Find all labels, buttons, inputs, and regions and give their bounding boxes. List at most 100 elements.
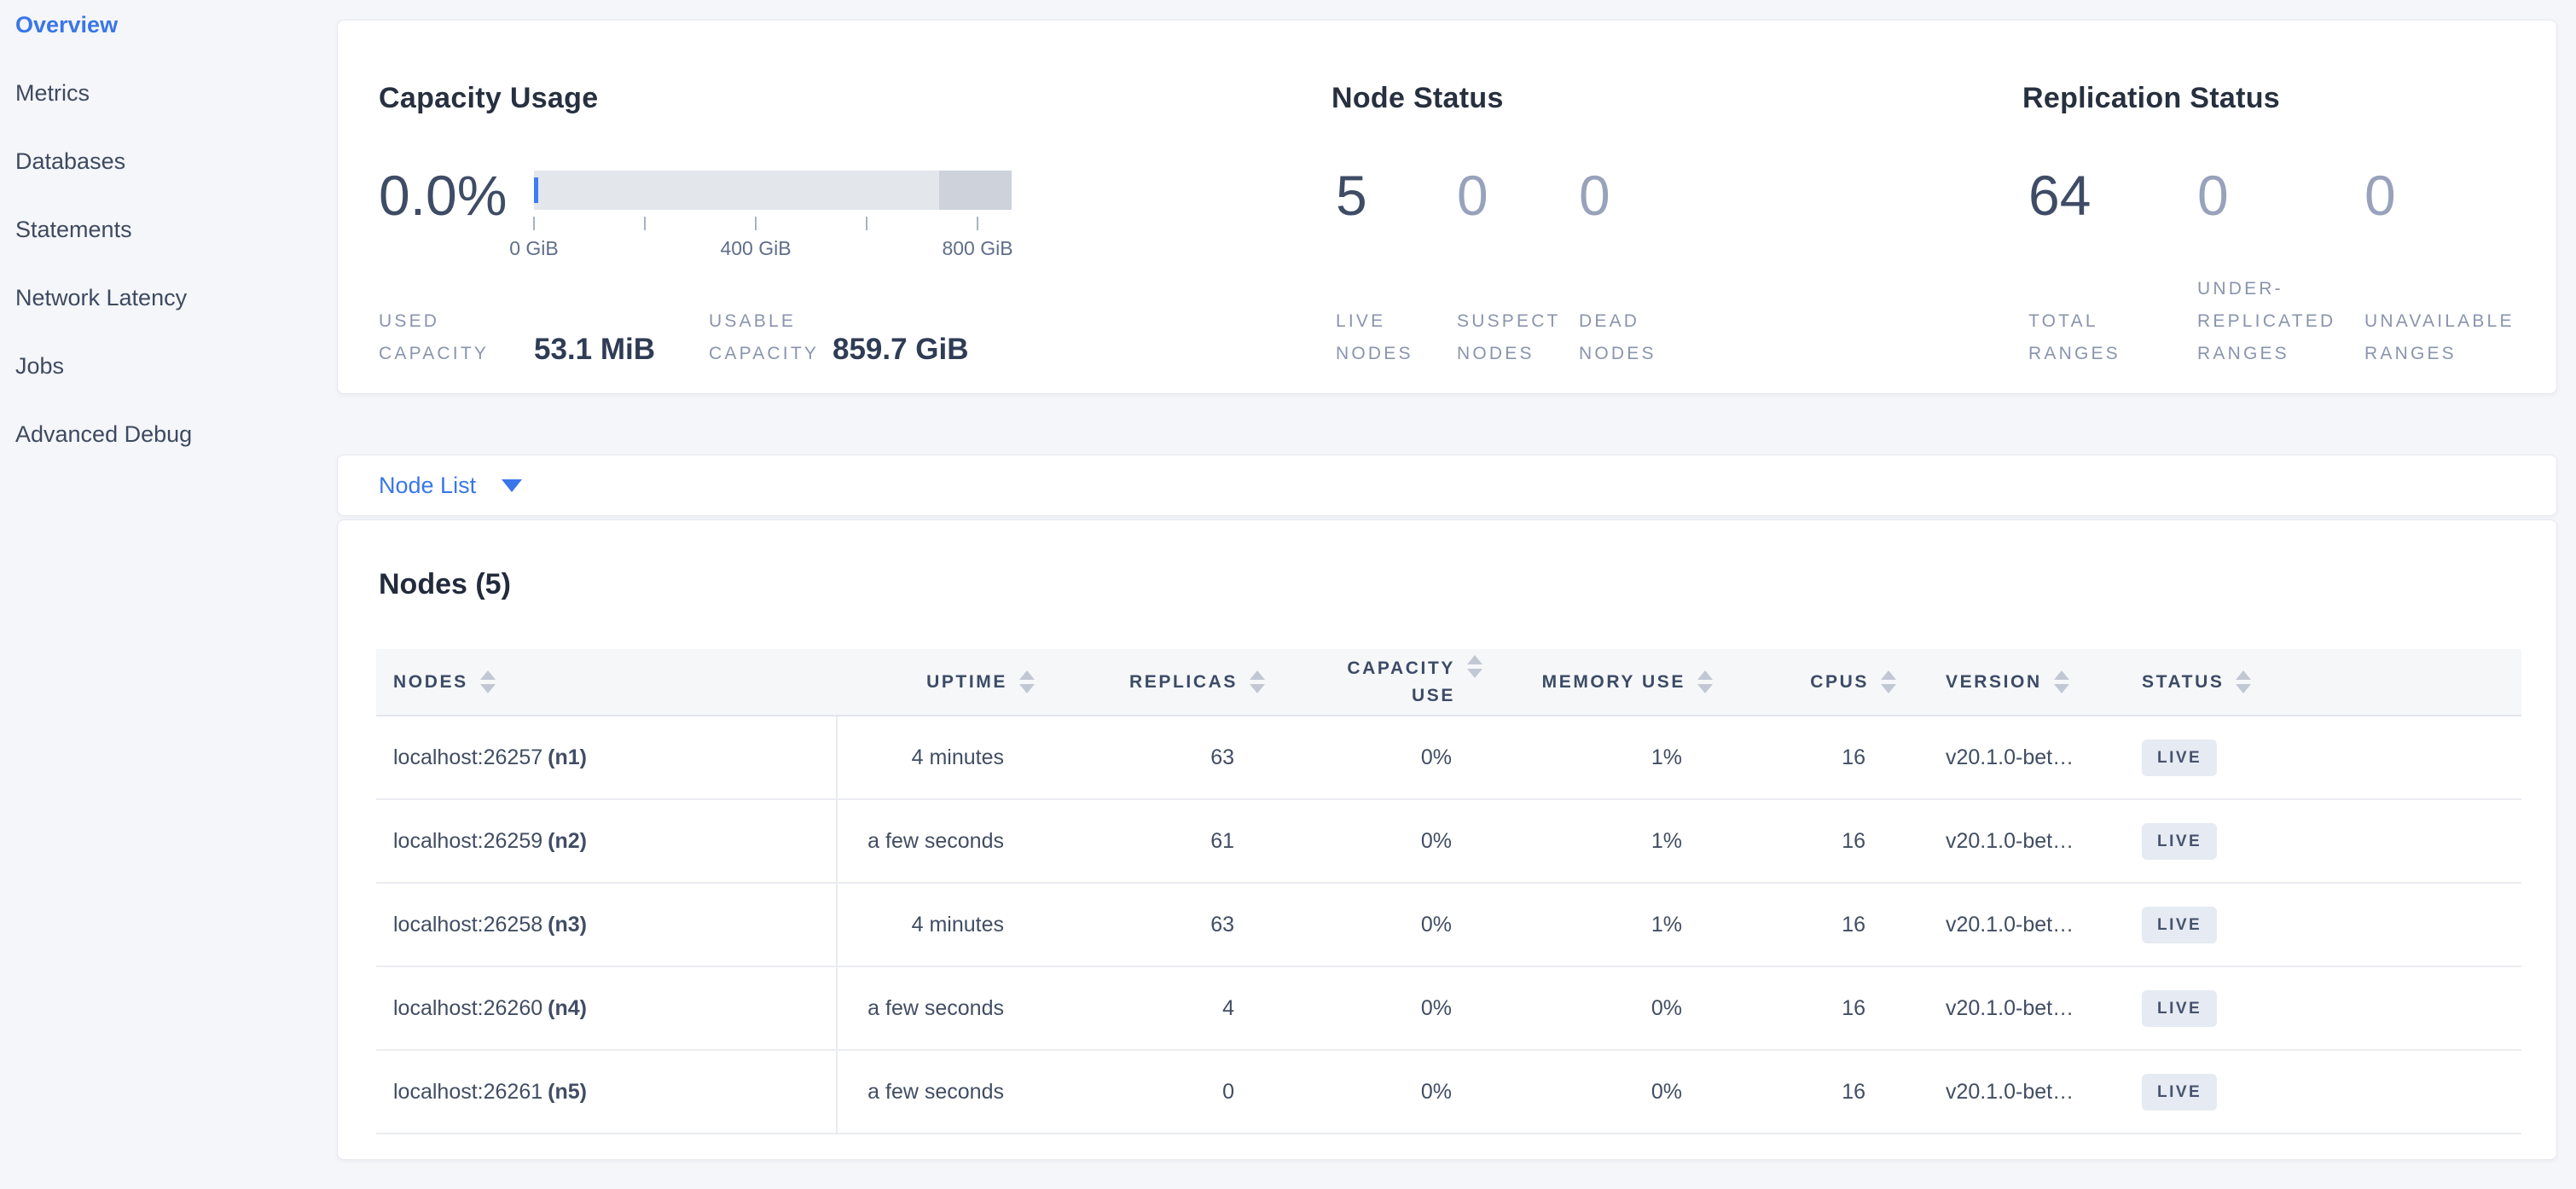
- capacity-bar-used-segment: [534, 177, 538, 203]
- replication-status-title: Replication Status: [2022, 82, 2280, 115]
- column-label: UPTIME: [926, 672, 1007, 693]
- sort-icon: [2054, 670, 2069, 693]
- table-row: localhost:26258(n3) 4 minutes 63 0% 1% 1…: [376, 883, 2521, 966]
- axis-tick-label: 800 GiB: [942, 237, 1012, 260]
- status-cell: LIVE: [2133, 883, 2521, 966]
- usable-capacity-value: 859.7 GiB: [833, 333, 969, 367]
- table-row: localhost:26257(n1) 4 minutes 63 0% 1% 1…: [376, 716, 2521, 799]
- axis-tick: [977, 217, 978, 230]
- sidebar-item-statements[interactable]: Statements: [15, 215, 322, 283]
- uptime-cell: 4 minutes: [837, 716, 1041, 799]
- replicas-cell: 0: [1041, 1050, 1272, 1134]
- node-status-title: Node Status: [1332, 82, 1504, 115]
- version-cell: v20.1.0-bet…: [1903, 799, 2133, 883]
- node-address-cell[interactable]: localhost:26259(n2): [376, 799, 837, 883]
- sidebar-item-jobs[interactable]: Jobs: [15, 351, 322, 420]
- usable-capacity-label: USABLE CAPACITY: [709, 305, 850, 370]
- capacity-use-cell: 0%: [1272, 883, 1489, 966]
- capacity-bar-reserved-segment: [939, 171, 1012, 210]
- axis-tick: [866, 217, 867, 230]
- table-row: localhost:26260(n4) a few seconds 4 0% 0…: [376, 966, 2521, 1050]
- version-cell: v20.1.0-bet…: [1903, 1050, 2133, 1134]
- sidebar-item-metrics[interactable]: Metrics: [15, 78, 322, 147]
- node-address-cell[interactable]: localhost:26258(n3): [376, 883, 837, 966]
- dead-nodes-count: 0: [1579, 167, 1610, 223]
- axis-tick: [644, 217, 646, 230]
- cpus-cell: 16: [1720, 966, 1903, 1050]
- under-replicated-ranges-count: 0: [2197, 167, 2229, 223]
- live-nodes-count: 5: [1336, 167, 1367, 223]
- sort-icon: [1697, 670, 1713, 693]
- replicas-cell: 63: [1041, 716, 1272, 799]
- version-cell: v20.1.0-bet…: [1903, 966, 2133, 1050]
- column-label: NODES: [393, 672, 468, 693]
- column-label: REPLICAS: [1129, 672, 1238, 693]
- cpus-cell: 16: [1720, 883, 1903, 966]
- capacity-use-cell: 0%: [1272, 1050, 1489, 1134]
- column-header-version[interactable]: VERSION: [1903, 649, 2133, 716]
- status-badge: LIVE: [2142, 740, 2217, 776]
- uptime-cell: 4 minutes: [837, 883, 1041, 966]
- suspect-nodes-label: SUSPECT NODES: [1457, 305, 1569, 370]
- column-header-cpus[interactable]: CPUS: [1720, 649, 1903, 716]
- column-label: MEMORY USE: [1542, 672, 1685, 693]
- column-header-capacity-use[interactable]: CAPACITY USE: [1272, 649, 1489, 716]
- capacity-usage-title: Capacity Usage: [379, 82, 598, 115]
- column-header-memory-use[interactable]: MEMORY USE: [1489, 649, 1720, 716]
- sort-icon: [2236, 670, 2251, 693]
- chevron-down-icon: [502, 479, 522, 492]
- sort-icon: [1881, 670, 1896, 693]
- replicas-cell: 63: [1041, 883, 1272, 966]
- table-row: localhost:26259(n2) a few seconds 61 0% …: [376, 799, 2521, 883]
- status-cell: LIVE: [2133, 716, 2521, 799]
- replicas-cell: 4: [1041, 966, 1272, 1050]
- nodes-section-title: Nodes (5): [379, 568, 511, 601]
- memory-use-cell: 1%: [1489, 799, 1720, 883]
- version-cell: v20.1.0-bet…: [1903, 883, 2133, 966]
- uptime-cell: a few seconds: [837, 799, 1041, 883]
- status-badge: LIVE: [2142, 990, 2217, 1027]
- memory-use-cell: 1%: [1489, 716, 1720, 799]
- nodes-table: NODES UPTIME REPLICAS CAPACITY USE MEMOR…: [376, 649, 2521, 1134]
- sort-icon: [1019, 670, 1035, 693]
- cpus-cell: 16: [1720, 799, 1903, 883]
- sidebar-item-network-latency[interactable]: Network Latency: [15, 283, 322, 351]
- suspect-nodes-count: 0: [1457, 167, 1488, 223]
- capacity-use-cell: 0%: [1272, 966, 1489, 1050]
- column-label: VERSION: [1946, 672, 2042, 693]
- status-badge: LIVE: [2142, 1074, 2217, 1111]
- cpus-cell: 16: [1720, 1050, 1903, 1134]
- node-address-cell[interactable]: localhost:26261(n5): [376, 1050, 837, 1134]
- sidebar-item-databases[interactable]: Databases: [15, 147, 322, 215]
- node-list-bar: Node List: [337, 455, 2557, 516]
- sidebar-item-advanced-debug[interactable]: Advanced Debug: [15, 420, 322, 488]
- cpus-cell: 16: [1720, 716, 1903, 799]
- sidebar-item-overview[interactable]: Overview: [15, 10, 322, 78]
- column-label: STATUS: [2142, 672, 2224, 693]
- node-address-cell[interactable]: localhost:26260(n4): [376, 966, 837, 1050]
- capacity-use-cell: 0%: [1272, 799, 1489, 883]
- column-header-status[interactable]: STATUS: [2133, 649, 2521, 716]
- node-list-dropdown[interactable]: Node List: [379, 473, 522, 499]
- sort-icon: [1250, 670, 1265, 693]
- status-badge: LIVE: [2142, 907, 2217, 943]
- memory-use-cell: 0%: [1489, 1050, 1720, 1134]
- column-header-uptime[interactable]: UPTIME: [837, 649, 1041, 716]
- node-address-cell[interactable]: localhost:26257(n1): [376, 716, 837, 799]
- memory-use-cell: 0%: [1489, 966, 1720, 1050]
- total-ranges-count: 64: [2028, 167, 2091, 223]
- column-header-nodes[interactable]: NODES: [376, 649, 837, 716]
- column-header-replicas[interactable]: REPLICAS: [1041, 649, 1272, 716]
- status-cell: LIVE: [2133, 966, 2521, 1050]
- unavailable-ranges-count: 0: [2364, 167, 2396, 223]
- axis-tick-label: 0 GiB: [509, 237, 559, 260]
- table-row: localhost:26261(n5) a few seconds 0 0% 0…: [376, 1050, 2521, 1134]
- used-capacity-label: USED CAPACITY: [379, 305, 507, 370]
- column-label: CAPACITY USE: [1320, 655, 1455, 710]
- used-capacity-value: 53.1 MiB: [534, 333, 655, 367]
- table-header-row: NODES UPTIME REPLICAS CAPACITY USE MEMOR…: [376, 649, 2521, 716]
- axis-tick: [533, 217, 535, 230]
- replicas-cell: 61: [1041, 799, 1272, 883]
- dead-nodes-label: DEAD NODES: [1579, 305, 1690, 370]
- nodes-table-card: Nodes (5) NODES UPTIME REPLICAS CAPACITY…: [337, 519, 2557, 1160]
